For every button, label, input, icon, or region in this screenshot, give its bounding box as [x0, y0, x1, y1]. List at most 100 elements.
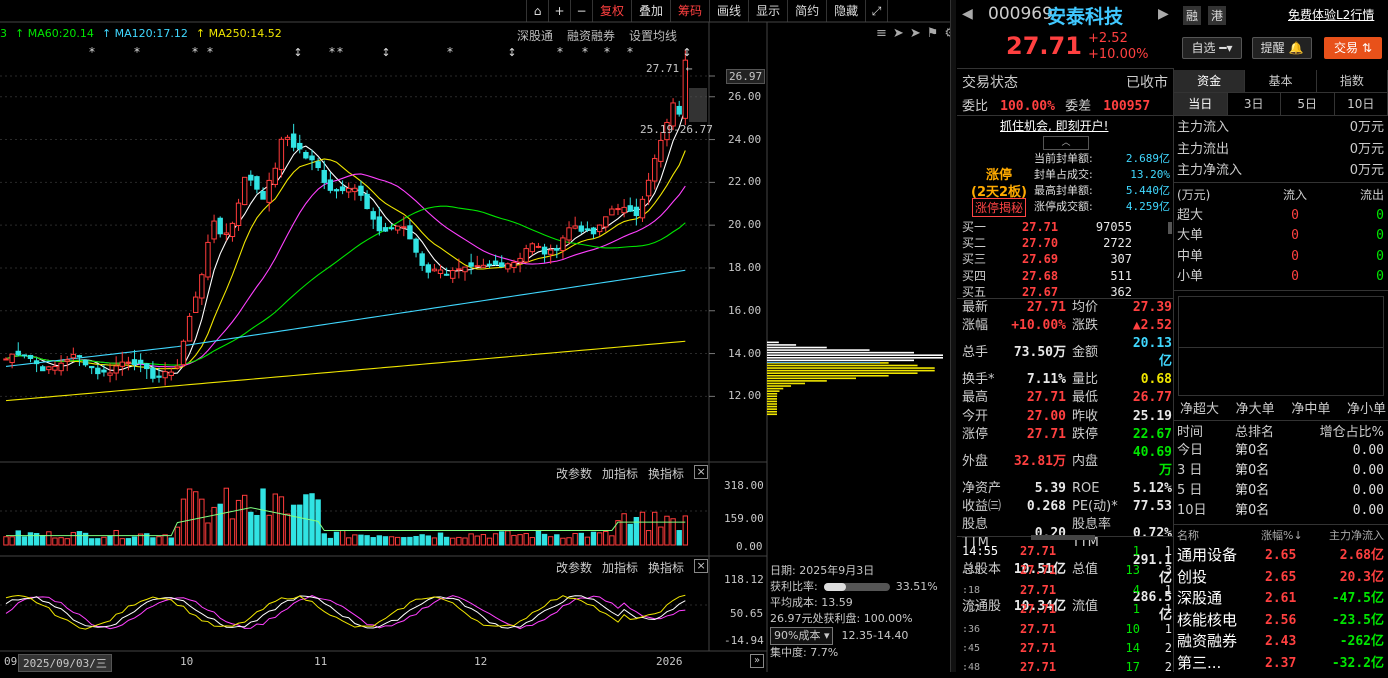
chip-bar: [767, 344, 796, 346]
vol-switch-button[interactable]: 换指标: [648, 465, 684, 482]
order-ratio-label: 委比: [962, 99, 988, 114]
fund-tab[interactable]: 基本: [1245, 70, 1316, 92]
candle-body: [640, 199, 644, 218]
stock-code: 000969: [988, 4, 1053, 24]
sector-name[interactable]: 第三...: [1177, 653, 1265, 675]
tick-row: :1827.7141: [962, 581, 1172, 600]
quote-key: 最新: [962, 299, 1008, 317]
candle-body: [175, 366, 179, 368]
period-tab[interactable]: 5日: [1281, 93, 1335, 115]
flow-key: 主力净流入: [1177, 160, 1350, 182]
volume-bar: [304, 495, 308, 545]
alert-button[interactable]: 提醒 🔔: [1252, 37, 1312, 59]
tick-price: 27.71: [1020, 561, 1070, 580]
panel-splitter[interactable]: [950, 0, 956, 672]
ind-add-button[interactable]: 加指标: [602, 559, 638, 576]
candle-body: [304, 152, 308, 157]
sector-name[interactable]: 深股通: [1177, 588, 1265, 610]
ma-line: [6, 341, 685, 400]
chip-cost-select[interactable]: 90%成本 ▾: [770, 627, 833, 645]
chip-avg-cost: 平均成本: 13.59: [770, 595, 948, 611]
candle-body: [518, 258, 522, 262]
candle-body: [138, 360, 142, 363]
candle-body: [353, 188, 357, 191]
sector-name[interactable]: 融资融券: [1177, 631, 1265, 653]
scroll-right-icon[interactable]: »: [750, 654, 764, 668]
volume-bar: [218, 504, 222, 545]
volume-bar: [102, 537, 106, 545]
bid-row: 买四27.68511: [962, 268, 1172, 284]
candle-body: [102, 370, 106, 372]
rank-time: 5 日: [1177, 481, 1235, 501]
trade-button[interactable]: 交易 ⇅: [1324, 37, 1382, 59]
sector-name[interactable]: 核能核电: [1177, 610, 1265, 632]
volume-bar: [120, 539, 124, 545]
fund-tab[interactable]: 指数: [1317, 70, 1388, 92]
sector-name[interactable]: 通用设备: [1177, 545, 1265, 567]
volume-bar: [628, 524, 632, 545]
candle-body: [47, 367, 51, 370]
ind-close-icon[interactable]: ×: [694, 559, 708, 573]
tick-time: :18: [962, 581, 1020, 600]
period-tab[interactable]: 3日: [1228, 93, 1282, 115]
sector-row[interactable]: 融资融券2.43-262亿: [1177, 631, 1384, 653]
limit-stat-value: 5.440亿: [1104, 183, 1170, 199]
quote-key: 内盘: [1066, 453, 1124, 471]
volume-bar: [89, 539, 93, 545]
quote-key: 外盘: [962, 453, 1008, 471]
tick-price: 27.71: [1020, 620, 1070, 639]
flow-in-head: 流入: [1267, 186, 1323, 203]
volume-bar: [475, 536, 479, 545]
sector-row[interactable]: 核能核电2.56-23.5亿: [1177, 610, 1384, 632]
next-stock-icon[interactable]: ▶: [1158, 6, 1169, 22]
volume-bar: [536, 531, 540, 545]
chip-bar: [767, 413, 777, 415]
volume-bar: [279, 497, 283, 545]
ind-switch-button[interactable]: 换指标: [648, 559, 684, 576]
candle-body: [426, 265, 430, 272]
vol-close-icon[interactable]: ×: [694, 465, 708, 479]
volume-bar: [414, 536, 418, 545]
event-marker: *: [582, 45, 588, 59]
event-marker: *: [447, 45, 453, 59]
sector-row[interactable]: 深股通2.61-47.5亿: [1177, 588, 1384, 610]
sector-head: 名称 涨幅%↓ 主力净流入: [1177, 527, 1384, 543]
limit-stat-key: 最高封单额:: [1034, 183, 1104, 199]
sector-name[interactable]: 创投: [1177, 567, 1265, 589]
quote-key: PE(动)*: [1066, 498, 1124, 516]
bid-price: 27.69: [1022, 251, 1070, 267]
collapse-icon[interactable]: ︿: [1043, 136, 1089, 150]
rank-pct: 0.00: [1295, 501, 1384, 521]
ticks-handle[interactable]: [1031, 535, 1095, 540]
ind-params-button[interactable]: 改参数: [556, 559, 592, 576]
open-account-link[interactable]: 抓住机会, 即刻开户!: [1000, 117, 1108, 134]
candle-body: [500, 263, 504, 267]
sector-row[interactable]: 通用设备2.652.68亿: [1177, 545, 1384, 567]
sector-row[interactable]: 第三...2.37-32.2亿: [1177, 653, 1384, 675]
period-tab[interactable]: 10日: [1335, 93, 1388, 115]
period-tab[interactable]: 当日: [1174, 93, 1228, 115]
bid-level: 买一: [962, 219, 1022, 235]
sector-row[interactable]: 创投2.6520.3亿: [1177, 567, 1384, 589]
rank-value: 第0名: [1235, 481, 1295, 501]
candle-body: [34, 361, 38, 364]
tick-price: 27.71: [1020, 542, 1070, 561]
event-marker: ↕: [507, 46, 516, 59]
vol-add-button[interactable]: 加指标: [602, 465, 638, 482]
size-key: 超大: [1177, 206, 1267, 226]
prev-stock-icon[interactable]: ◀: [962, 6, 973, 22]
sector-head-pct[interactable]: 涨幅%↓: [1261, 527, 1305, 543]
candle-body: [481, 265, 485, 267]
candle-body: [371, 212, 375, 219]
fund-tab[interactable]: 资金: [1174, 70, 1245, 92]
candle-body: [530, 244, 534, 252]
chip-cost-row: 90%成本 ▾ 12.35-14.40: [770, 627, 948, 645]
volume-bar: [28, 533, 32, 545]
fund-tabs: 资金基本指数: [1174, 70, 1388, 93]
limit-reveal-button[interactable]: 涨停揭秘: [972, 198, 1026, 217]
chip-bar: [767, 347, 827, 349]
candle-body: [310, 156, 314, 160]
l2-link[interactable]: 免费体验L2行情: [1288, 6, 1374, 23]
watchlist-button[interactable]: 自选 ━▾: [1182, 37, 1242, 59]
vol-params-button[interactable]: 改参数: [556, 465, 592, 482]
